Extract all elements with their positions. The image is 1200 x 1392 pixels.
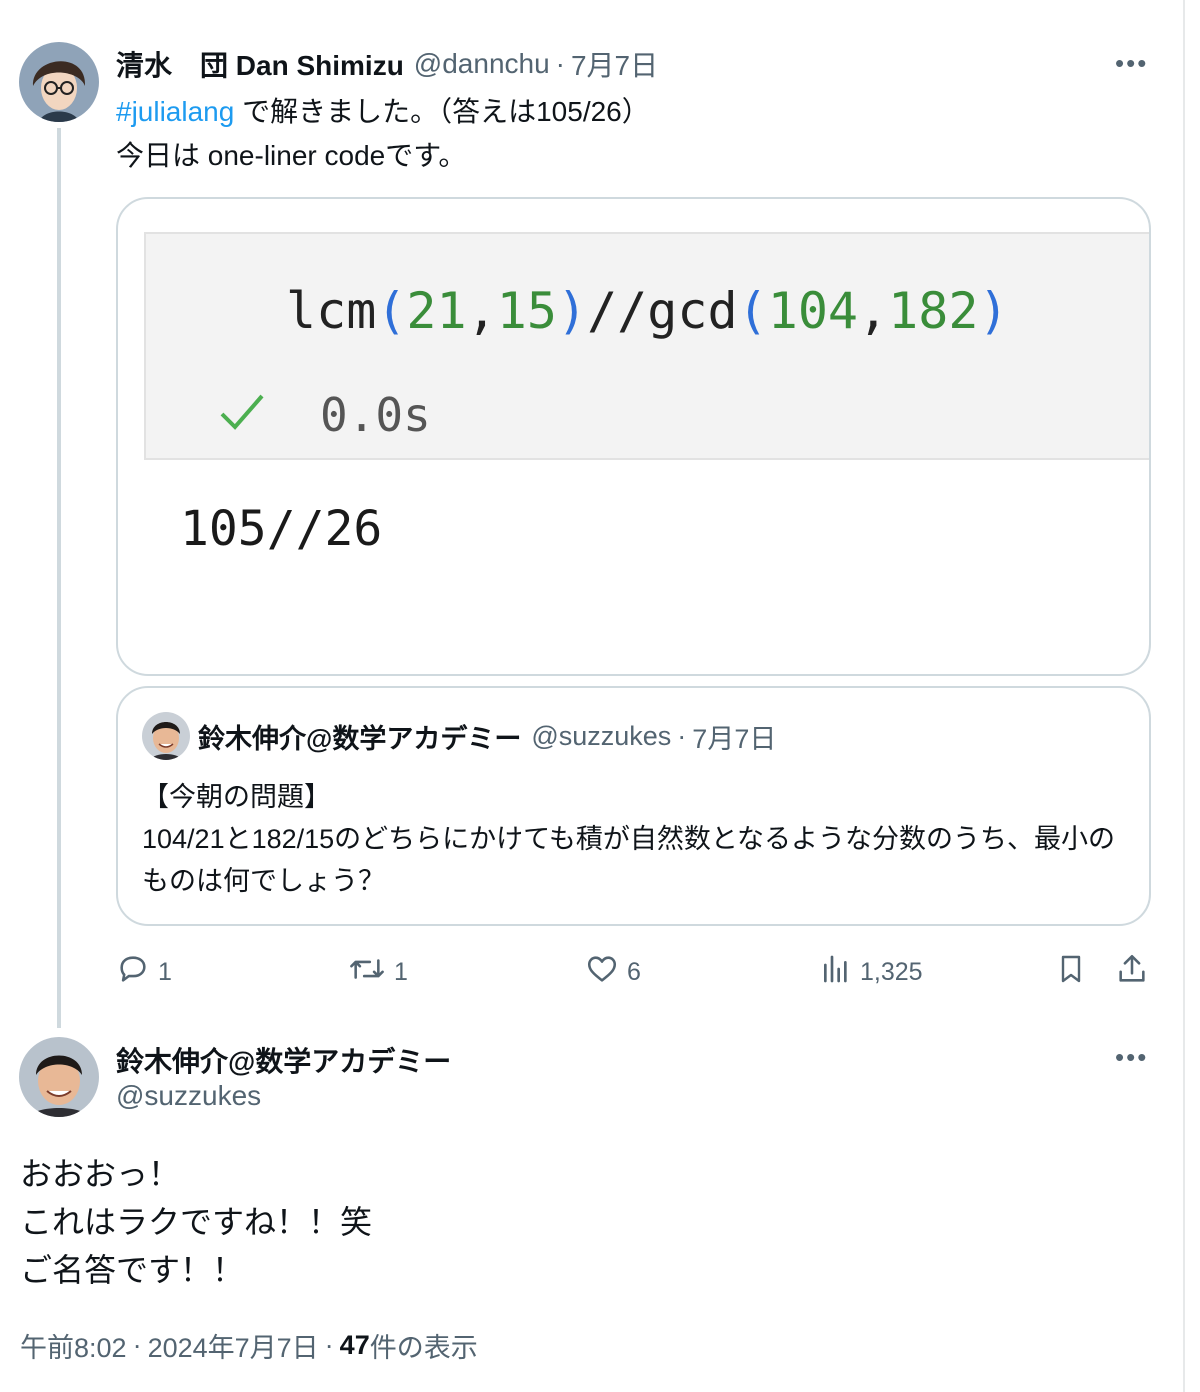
media-image-card[interactable]: lcm(21,15)//gcd(104,182) 0.0s 105//26 (116, 197, 1151, 676)
code-paren: ) (978, 282, 1009, 340)
like-count: 6 (627, 957, 641, 986)
share-button[interactable] (1115, 950, 1157, 994)
quoted-author-name: 鈴木伸介@数学アカデミー (198, 723, 522, 754)
tweet-time[interactable]: 午前8:02 (20, 1326, 127, 1365)
code-output: 105//26 (180, 501, 383, 557)
code-number: 21 (406, 282, 467, 340)
tweet-text-line: 今日は one-liner codeです。 (116, 140, 467, 171)
tweet-date[interactable]: 7月7日 (571, 44, 658, 84)
bookmark-button[interactable] (1055, 950, 1095, 994)
quoted-tweet-header: 鈴木伸介@数学アカデミー @suzzukes · 7月7日 (198, 716, 776, 756)
reply-button[interactable]: 1 (116, 950, 172, 994)
separator-dot: · (132, 1330, 142, 1360)
retweet-count: 1 (394, 957, 408, 986)
code-comma: , (466, 282, 497, 340)
quoted-text-line: 【今朝の問題】 (142, 782, 331, 812)
view-count-label: 件の表示 (369, 1333, 478, 1363)
more-options-button[interactable]: ••• (1115, 1044, 1148, 1070)
tweet-body: おおおっ！ これはラクですね！！笑 ご名答です！！ (20, 1150, 372, 1294)
author-handle[interactable]: @suzzukes (116, 1080, 261, 1112)
code-function: lcm (286, 282, 377, 340)
code-number: 104 (767, 282, 859, 340)
view-count[interactable]: 47 (340, 1330, 370, 1361)
execution-time: 0.0s (320, 388, 431, 442)
avatar[interactable] (142, 712, 190, 760)
tweet-text-line: で解きました。（答えは105/26） (234, 96, 650, 127)
view-count: 1,325 (860, 957, 923, 986)
hashtag-link[interactable]: #julialang (116, 96, 234, 127)
like-button[interactable]: 6 (585, 950, 641, 994)
code-number: 182 (888, 282, 979, 340)
code-operator: // (587, 282, 648, 340)
tweet-text-line: ご名答です！！ (20, 1252, 245, 1288)
separator-dot: · (677, 720, 687, 751)
tweet-metadata: 午前8:02 · 2024年7月7日 · 47 件の表示 (20, 1326, 478, 1365)
share-icon (1115, 952, 1157, 993)
thread-connector-line (57, 128, 61, 1028)
author-handle[interactable]: @dannchu (414, 48, 550, 80)
bookmark-icon (1055, 952, 1095, 993)
tweet-text-line: これはラクですね！！笑 (20, 1204, 373, 1240)
reply-count: 1 (158, 957, 172, 986)
separator-dot: · (324, 1330, 334, 1360)
code-function: gcd (647, 282, 738, 340)
checkmark-icon (218, 392, 266, 437)
quoted-tweet-date: 7月7日 (692, 723, 777, 754)
tweet-text-line: おおおっ！ (20, 1156, 181, 1192)
separator-dot: · (555, 48, 565, 79)
timeline-border (1183, 0, 1185, 1392)
views-chart-icon (820, 953, 860, 992)
reply-icon (116, 952, 158, 993)
code-number: 15 (496, 282, 557, 340)
retweet-icon (348, 952, 394, 993)
code-line: lcm(21,15)//gcd(104,182) (286, 282, 1009, 340)
code-paren: ( (376, 282, 407, 340)
quoted-tweet-text: 【今朝の問題】 104/21と182/15のどちらにかけても積が自然数となるよう… (142, 776, 1132, 902)
heart-icon (585, 952, 627, 993)
avatar[interactable] (19, 42, 99, 122)
code-comma: , (858, 282, 889, 340)
views-button[interactable]: 1,325 (820, 950, 923, 994)
quoted-author-handle: @suzzukes (531, 720, 672, 751)
code-paren: ( (737, 282, 768, 340)
tweet-body: #julialang で解きました。（答えは105/26） 今日は one-li… (116, 90, 650, 178)
quoted-text-line: 104/21と182/15のどちらにかけても積が自然数となるような分数のうち、最… (142, 824, 1116, 896)
tweet-full-date[interactable]: 2024年7月7日 (148, 1326, 319, 1365)
author-name[interactable]: 清水 団 Dan Shimizu (116, 44, 404, 84)
code-cell: lcm(21,15)//gcd(104,182) 0.0s (144, 232, 1149, 460)
avatar[interactable] (19, 1037, 99, 1117)
tweet-header: 清水 団 Dan Shimizu @dannchu · 7月7日 (116, 46, 658, 82)
more-options-button[interactable]: ••• (1115, 50, 1148, 76)
retweet-button[interactable]: 1 (348, 950, 408, 994)
author-name[interactable]: 鈴木伸介@数学アカデミー (116, 1040, 451, 1080)
code-paren: ) (556, 282, 588, 340)
